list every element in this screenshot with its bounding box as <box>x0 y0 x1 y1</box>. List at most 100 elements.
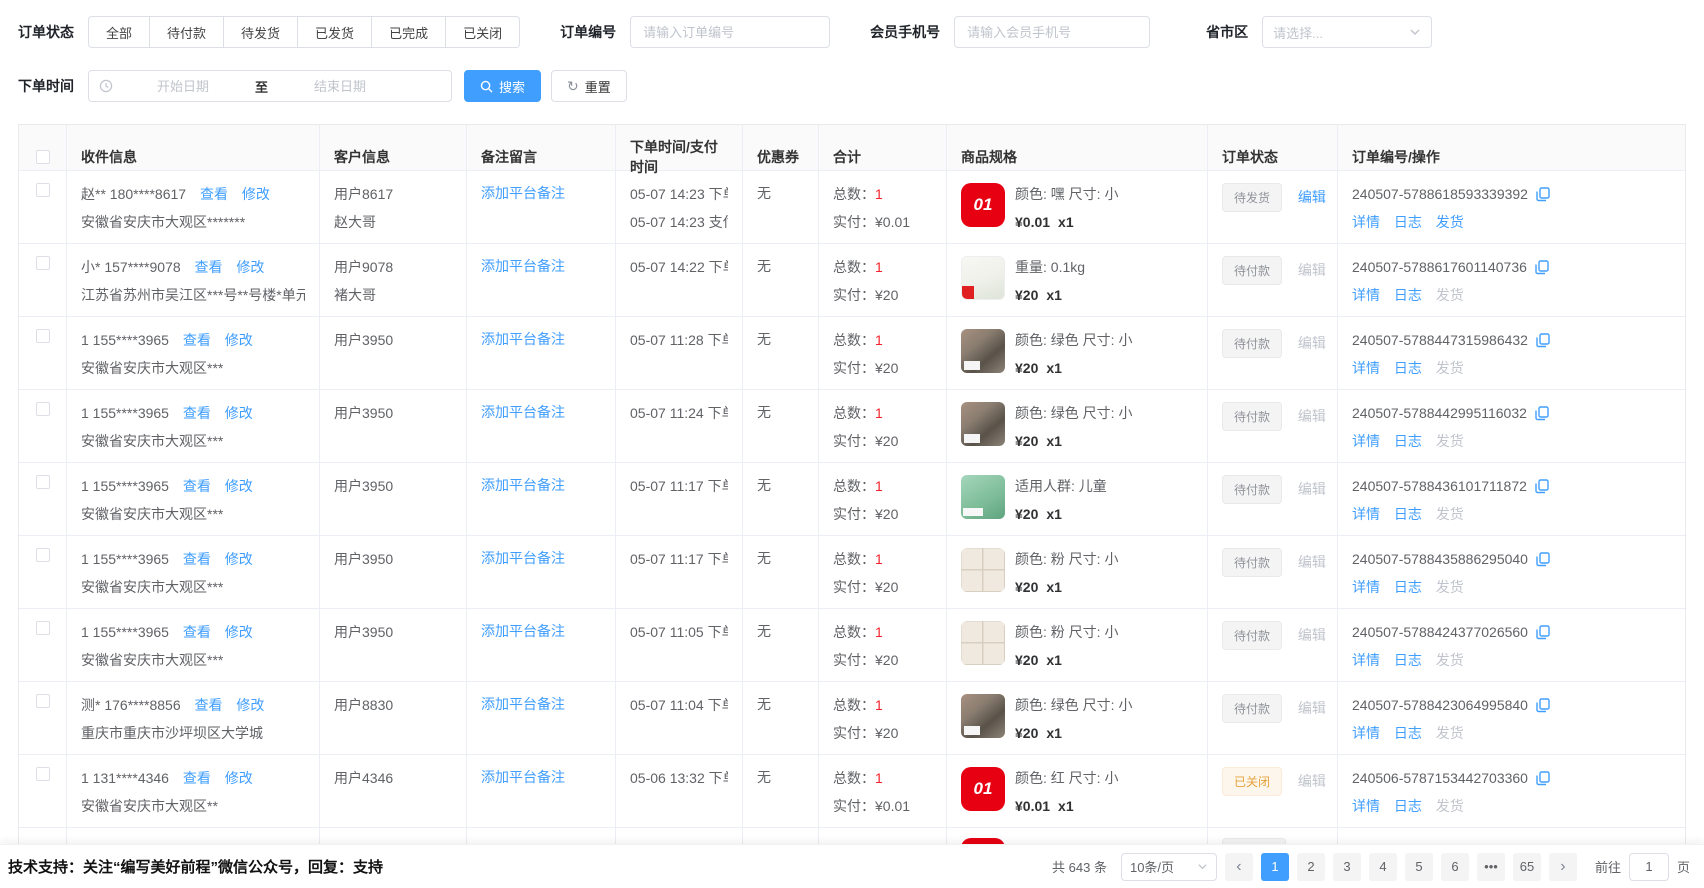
copy-icon[interactable] <box>1536 698 1550 713</box>
copy-icon[interactable] <box>1535 406 1549 421</box>
select-all-checkbox[interactable] <box>36 150 50 164</box>
region-select[interactable]: 请选择... <box>1262 16 1432 48</box>
add-remark-link[interactable]: 添加平台备注 <box>481 331 565 347</box>
edit-status-link[interactable]: 编辑 <box>1298 481 1326 497</box>
row-checkbox[interactable] <box>36 548 50 562</box>
row-checkbox[interactable] <box>36 621 50 635</box>
log-link[interactable]: 日志 <box>1394 725 1422 741</box>
page-button[interactable]: 2 <box>1297 853 1325 881</box>
date-range-picker[interactable]: 至 <box>88 70 452 102</box>
end-date-input[interactable] <box>276 79 404 94</box>
row-checkbox[interactable] <box>36 402 50 416</box>
page-ellipsis[interactable]: ••• <box>1477 853 1505 881</box>
ship-link[interactable]: 发货 <box>1436 579 1464 595</box>
ship-link[interactable]: 发货 <box>1436 652 1464 668</box>
detail-link[interactable]: 详情 <box>1352 798 1380 814</box>
view-link[interactable]: 查看 <box>183 770 211 786</box>
view-link[interactable]: 查看 <box>183 405 211 421</box>
row-checkbox[interactable] <box>36 256 50 270</box>
edit-status-link[interactable]: 编辑 <box>1298 262 1326 278</box>
copy-icon[interactable] <box>1536 552 1550 567</box>
view-link[interactable]: 查看 <box>183 332 211 348</box>
edit-status-link[interactable]: 编辑 <box>1298 335 1326 351</box>
ship-link[interactable]: 发货 <box>1436 433 1464 449</box>
detail-link[interactable]: 详情 <box>1352 579 1380 595</box>
modify-link[interactable]: 修改 <box>225 551 253 567</box>
modify-link[interactable]: 修改 <box>242 186 270 202</box>
status-tab[interactable]: 全部 <box>88 16 150 48</box>
add-remark-link[interactable]: 添加平台备注 <box>481 404 565 420</box>
row-checkbox[interactable] <box>36 329 50 343</box>
log-link[interactable]: 日志 <box>1394 214 1422 230</box>
status-tab[interactable]: 已关闭 <box>446 16 520 48</box>
view-link[interactable]: 查看 <box>200 186 228 202</box>
add-remark-link[interactable]: 添加平台备注 <box>481 696 565 712</box>
add-remark-link[interactable]: 添加平台备注 <box>481 477 565 493</box>
add-remark-link[interactable]: 添加平台备注 <box>481 258 565 274</box>
detail-link[interactable]: 详情 <box>1352 360 1380 376</box>
row-checkbox[interactable] <box>36 183 50 197</box>
modify-link[interactable]: 修改 <box>225 332 253 348</box>
log-link[interactable]: 日志 <box>1394 360 1422 376</box>
status-tab[interactable]: 待付款 <box>150 16 224 48</box>
reset-button[interactable]: ↻ 重置 <box>551 70 627 102</box>
detail-link[interactable]: 详情 <box>1352 433 1380 449</box>
add-remark-link[interactable]: 添加平台备注 <box>481 550 565 566</box>
order-no-input[interactable] <box>630 16 830 48</box>
view-link[interactable]: 查看 <box>195 697 223 713</box>
log-link[interactable]: 日志 <box>1394 579 1422 595</box>
log-link[interactable]: 日志 <box>1394 652 1422 668</box>
edit-status-link[interactable]: 编辑 <box>1298 773 1326 789</box>
view-link[interactable]: 查看 <box>183 478 211 494</box>
detail-link[interactable]: 详情 <box>1352 287 1380 303</box>
ship-link[interactable]: 发货 <box>1436 214 1464 230</box>
edit-status-link[interactable]: 编辑 <box>1298 700 1326 716</box>
page-button[interactable]: 4 <box>1369 853 1397 881</box>
detail-link[interactable]: 详情 <box>1352 506 1380 522</box>
next-page-button[interactable]: › <box>1549 853 1577 881</box>
detail-link[interactable]: 详情 <box>1352 214 1380 230</box>
page-button[interactable]: 1 <box>1261 853 1289 881</box>
start-date-input[interactable] <box>119 79 247 94</box>
add-remark-link[interactable]: 添加平台备注 <box>481 769 565 785</box>
search-button[interactable]: 搜索 <box>464 70 541 102</box>
add-remark-link[interactable]: 添加平台备注 <box>481 623 565 639</box>
page-button[interactable]: 3 <box>1333 853 1361 881</box>
modify-link[interactable]: 修改 <box>225 405 253 421</box>
log-link[interactable]: 日志 <box>1394 506 1422 522</box>
add-remark-link[interactable]: 添加平台备注 <box>481 185 565 201</box>
row-checkbox[interactable] <box>36 475 50 489</box>
goto-page-input[interactable] <box>1629 853 1669 881</box>
copy-icon[interactable] <box>1535 260 1549 275</box>
ship-link[interactable]: 发货 <box>1436 360 1464 376</box>
row-checkbox[interactable] <box>36 767 50 781</box>
edit-status-link[interactable]: 编辑 <box>1298 189 1326 205</box>
detail-link[interactable]: 详情 <box>1352 725 1380 741</box>
view-link[interactable]: 查看 <box>183 551 211 567</box>
status-tab[interactable]: 待发货 <box>224 16 298 48</box>
status-tab[interactable]: 已发货 <box>298 16 372 48</box>
ship-link[interactable]: 发货 <box>1436 506 1464 522</box>
log-link[interactable]: 日志 <box>1394 433 1422 449</box>
modify-link[interactable]: 修改 <box>225 478 253 494</box>
copy-icon[interactable] <box>1535 479 1549 494</box>
log-link[interactable]: 日志 <box>1394 287 1422 303</box>
page-button[interactable]: 6 <box>1441 853 1469 881</box>
copy-icon[interactable] <box>1536 333 1550 348</box>
page-button[interactable]: 65 <box>1513 853 1541 881</box>
log-link[interactable]: 日志 <box>1394 798 1422 814</box>
copy-icon[interactable] <box>1536 187 1550 202</box>
ship-link[interactable]: 发货 <box>1436 798 1464 814</box>
edit-status-link[interactable]: 编辑 <box>1298 627 1326 643</box>
page-button[interactable]: 5 <box>1405 853 1433 881</box>
modify-link[interactable]: 修改 <box>225 770 253 786</box>
page-size-select[interactable]: 10条/页 <box>1121 853 1217 881</box>
detail-link[interactable]: 详情 <box>1352 652 1380 668</box>
view-link[interactable]: 查看 <box>183 624 211 640</box>
row-checkbox[interactable] <box>36 694 50 708</box>
member-phone-input[interactable] <box>954 16 1150 48</box>
modify-link[interactable]: 修改 <box>236 697 264 713</box>
edit-status-link[interactable]: 编辑 <box>1298 554 1326 570</box>
modify-link[interactable]: 修改 <box>236 259 264 275</box>
copy-icon[interactable] <box>1536 625 1550 640</box>
